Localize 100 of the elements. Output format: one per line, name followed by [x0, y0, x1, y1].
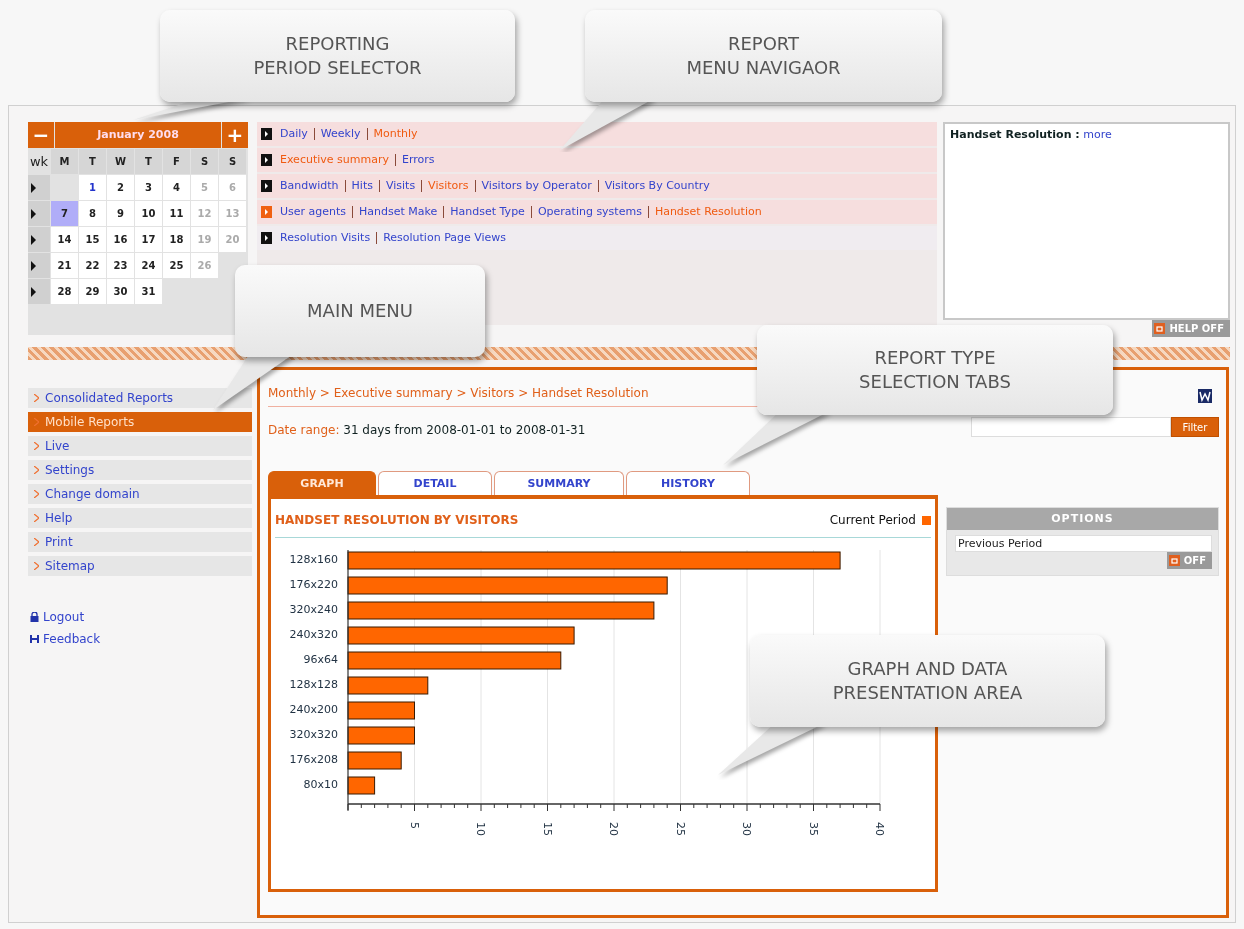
tab[interactable]: HISTORY	[626, 471, 750, 495]
bar	[347, 701, 415, 720]
tab[interactable]: DETAIL	[378, 471, 492, 495]
bar	[347, 776, 376, 795]
arrow-icon	[31, 182, 36, 193]
day-cell[interactable]: 8	[79, 201, 106, 226]
sidebar-item[interactable]: Sitemap	[28, 556, 252, 576]
weekday-header: F	[163, 149, 190, 174]
tab[interactable]: SUMMARY	[494, 471, 624, 495]
tick-label: 25	[673, 822, 687, 836]
report-link[interactable]: Errors	[394, 154, 441, 166]
arrow-icon	[31, 234, 36, 245]
sidebar-item[interactable]: Consolidated Reports	[28, 388, 252, 408]
report-link[interactable]: Handset Make	[352, 206, 444, 218]
weekday-header: T	[79, 149, 106, 174]
report-link[interactable]: Resolution Visits	[280, 232, 377, 244]
week-selector[interactable]	[28, 175, 50, 200]
week-selector[interactable]	[28, 279, 50, 304]
callout: MAIN MENU	[235, 265, 485, 357]
chevron-icon	[34, 562, 39, 570]
category-label: 240x200	[289, 702, 338, 716]
report-link[interactable]: Hits	[344, 180, 379, 192]
day-cell[interactable]: 21	[51, 253, 78, 278]
day-cell[interactable]: 23	[107, 253, 134, 278]
callout: REPORT TYPE SELECTION TABS	[757, 325, 1113, 415]
month-title: January 2008	[55, 122, 221, 148]
day-cell[interactable]: 15	[79, 227, 106, 252]
day-cell[interactable]: 22	[79, 253, 106, 278]
category-label: 240x320	[289, 627, 338, 641]
chevron-icon	[34, 514, 39, 522]
tick-label: 10	[474, 822, 487, 836]
date-range: Date range: 31 days from 2008-01-01 to 2008-01-31	[268, 423, 587, 437]
sidebar-item[interactable]: Change domain	[28, 484, 252, 504]
more-link[interactable]: more	[1083, 128, 1112, 141]
document-icon[interactable]	[1197, 388, 1213, 404]
arrow-icon	[31, 208, 36, 219]
tab[interactable]: GRAPH	[268, 471, 376, 495]
day-cell[interactable]: 14	[51, 227, 78, 252]
lock-icon	[30, 612, 39, 622]
chevron-icon	[34, 538, 39, 546]
chart-title: HANDSET RESOLUTION BY VISITORS	[275, 513, 519, 527]
chevron-icon	[34, 394, 39, 402]
day-cell[interactable]: 7	[51, 201, 78, 226]
report-link[interactable]: Visitors by Operator	[474, 180, 598, 192]
logout-link[interactable]: Logout	[28, 610, 252, 624]
day-cell[interactable]: 4	[163, 175, 190, 200]
day-cell[interactable]: 25	[163, 253, 190, 278]
weekday-header: T	[135, 149, 162, 174]
category-label: 96x64	[303, 652, 338, 666]
day-cell[interactable]: 30	[107, 279, 134, 304]
day-cell[interactable]: 9	[107, 201, 134, 226]
day-cell[interactable]: 24	[135, 253, 162, 278]
toggle-icon	[1154, 323, 1166, 334]
day-cell[interactable]: 31	[135, 279, 162, 304]
toggle-icon	[1168, 555, 1180, 566]
day-cell[interactable]: 18	[163, 227, 190, 252]
sidebar-item[interactable]: Live	[28, 436, 252, 456]
tick-label: 5	[407, 822, 421, 829]
report-link[interactable]: User agents	[280, 206, 353, 218]
previous-month-button[interactable]: −	[28, 122, 54, 148]
category-label: 80x10	[303, 777, 338, 791]
feedback-link[interactable]: Feedback	[28, 632, 252, 646]
callout: REPORT MENU NAVIGAOR	[585, 10, 942, 102]
report-link[interactable]: Daily	[280, 128, 314, 140]
day-cell[interactable]: 11	[163, 201, 190, 226]
category-label: 176x220	[289, 577, 338, 591]
report-link[interactable]: Visitors By Country	[597, 180, 716, 192]
report-link[interactable]: Resolution Page Views	[376, 232, 513, 244]
day-cell[interactable]: 2	[107, 175, 134, 200]
tick-label: 30	[740, 822, 753, 836]
day-cell[interactable]: 1	[79, 175, 106, 200]
day-cell[interactable]: 16	[107, 227, 134, 252]
weekday-header: M	[51, 149, 78, 174]
day-cell[interactable]: 3	[135, 175, 162, 200]
week-selector[interactable]	[28, 227, 50, 252]
day-cell[interactable]: 17	[135, 227, 162, 252]
next-month-button[interactable]: +	[222, 122, 248, 148]
chevron-icon	[34, 490, 39, 498]
report-link[interactable]: Visits	[378, 180, 422, 192]
arrow-icon	[31, 286, 36, 297]
arrow-icon	[31, 260, 36, 271]
category-label: 128x128	[289, 677, 338, 691]
weekday-header: wk	[28, 153, 50, 171]
week-selector[interactable]	[28, 201, 50, 226]
day-cell[interactable]: 29	[79, 279, 106, 304]
sidebar-item[interactable]: Print	[28, 532, 252, 552]
week-selector[interactable]	[28, 253, 50, 278]
report-link[interactable]: Handset Type	[443, 206, 531, 218]
report-link[interactable]: Weekly	[313, 128, 367, 140]
filter-button[interactable]: Filter	[1171, 417, 1219, 437]
day-cell[interactable]: 28	[51, 279, 78, 304]
report-link[interactable]: Bandwidth	[280, 180, 345, 192]
sidebar-item[interactable]: Help	[28, 508, 252, 528]
filter-field[interactable]	[971, 417, 1171, 437]
category-label: 176x208	[289, 752, 338, 766]
sidebar-item[interactable]: Settings	[28, 460, 252, 480]
bar	[347, 751, 402, 770]
category-label: 320x320	[289, 727, 338, 741]
day-cell[interactable]: 10	[135, 201, 162, 226]
report-link[interactable]: Operating systems	[530, 206, 648, 218]
